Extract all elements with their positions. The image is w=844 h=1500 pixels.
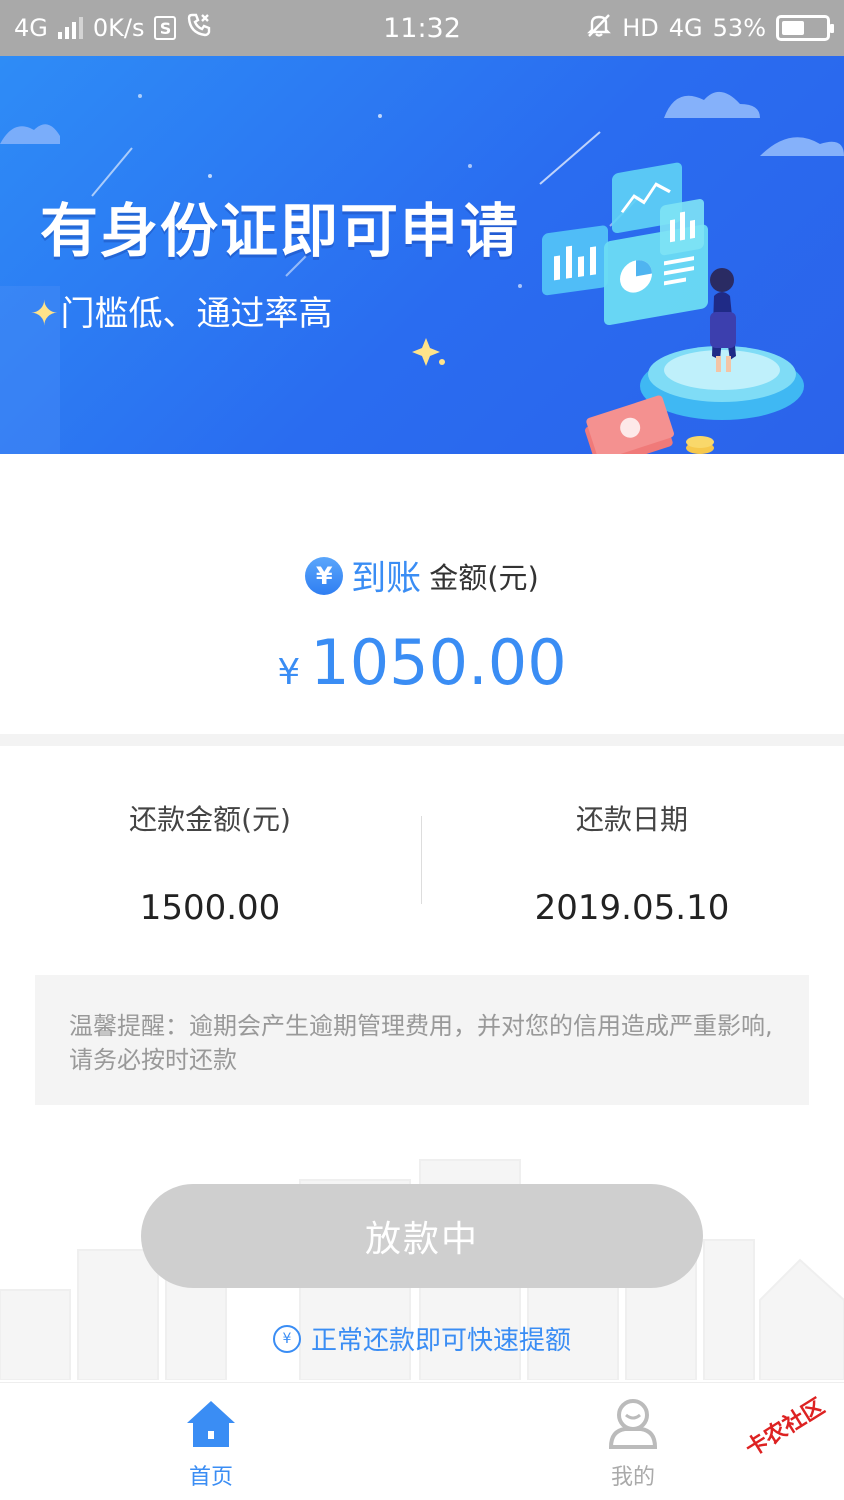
tab-home-label: 首页: [188, 1465, 233, 1490]
received-amount-section: ¥ 到账 金额(元) ¥ 1050.00: [0, 454, 844, 734]
network-speed: 0K/s: [92, 14, 145, 42]
repay-amount-label: 还款金额(元): [129, 803, 291, 836]
credit-tip[interactable]: ¥ 正常还款即可快速提额: [0, 1320, 844, 1357]
banner-title: 有身份证即可申请: [40, 197, 521, 265]
repayment-info: 还款金额(元) 1500.00 还款日期 2019.05.10: [0, 746, 844, 966]
call-icon: [186, 12, 212, 44]
yen-badge-icon: ¥: [272, 1324, 301, 1353]
label-rest: 金额(元): [429, 560, 539, 595]
status-bar: 4G 0K/s S 11:32 HD 4G 53%: [0, 0, 844, 56]
network-type: 4G: [14, 14, 48, 42]
status-right: HD 4G 53%: [586, 12, 834, 44]
tab-mine[interactable]: 我的: [553, 1383, 713, 1500]
battery-icon: [776, 15, 834, 41]
banner-subtitle: ✦门槛低、通过率高: [30, 286, 333, 335]
yen-icon: ¥: [305, 556, 344, 595]
tab-home[interactable]: 首页: [131, 1383, 291, 1500]
loan-status-button[interactable]: 放款中: [141, 1184, 703, 1288]
sim-icon: S: [154, 16, 177, 40]
signal-icon: [57, 17, 83, 39]
reminder-notice: 温馨提醒：逾期会产生逾期管理费用，并对您的信用造成严重影响,请务必按时还款: [35, 975, 809, 1105]
received-amount-label: ¥ 到账 金额(元): [0, 550, 844, 601]
battery-percent: 53%: [712, 14, 766, 42]
home-icon: [187, 1401, 235, 1447]
received-amount-value: ¥ 1050.00: [0, 626, 844, 699]
repay-date-value: 2019.05.10: [534, 888, 730, 928]
banner-subtitle-text: 门槛低、通过率高: [60, 294, 333, 334]
repay-amount-value: 1500.00: [139, 888, 281, 928]
promo-banner[interactable]: 有身份证即可申请 ✦门槛低、通过率高: [0, 56, 844, 454]
amount-number: 1050.00: [310, 626, 567, 699]
currency-symbol: ¥: [277, 652, 301, 693]
sparkle-icon: ✦: [30, 294, 59, 334]
status-left: 4G 0K/s S: [14, 12, 212, 44]
user-icon: [608, 1399, 658, 1449]
tab-mine-label: 我的: [610, 1465, 655, 1490]
bottom-tab-bar: 首页 我的: [0, 1382, 844, 1500]
hd-indicator: HD: [622, 14, 659, 42]
mute-bell-icon: [586, 12, 612, 44]
label-highlight: 到账: [351, 559, 422, 599]
section-divider: [0, 734, 844, 746]
repay-date-label: 还款日期: [575, 803, 688, 836]
network-type-right: 4G: [668, 14, 703, 42]
credit-tip-text: 正常还款即可快速提额: [310, 1326, 571, 1356]
